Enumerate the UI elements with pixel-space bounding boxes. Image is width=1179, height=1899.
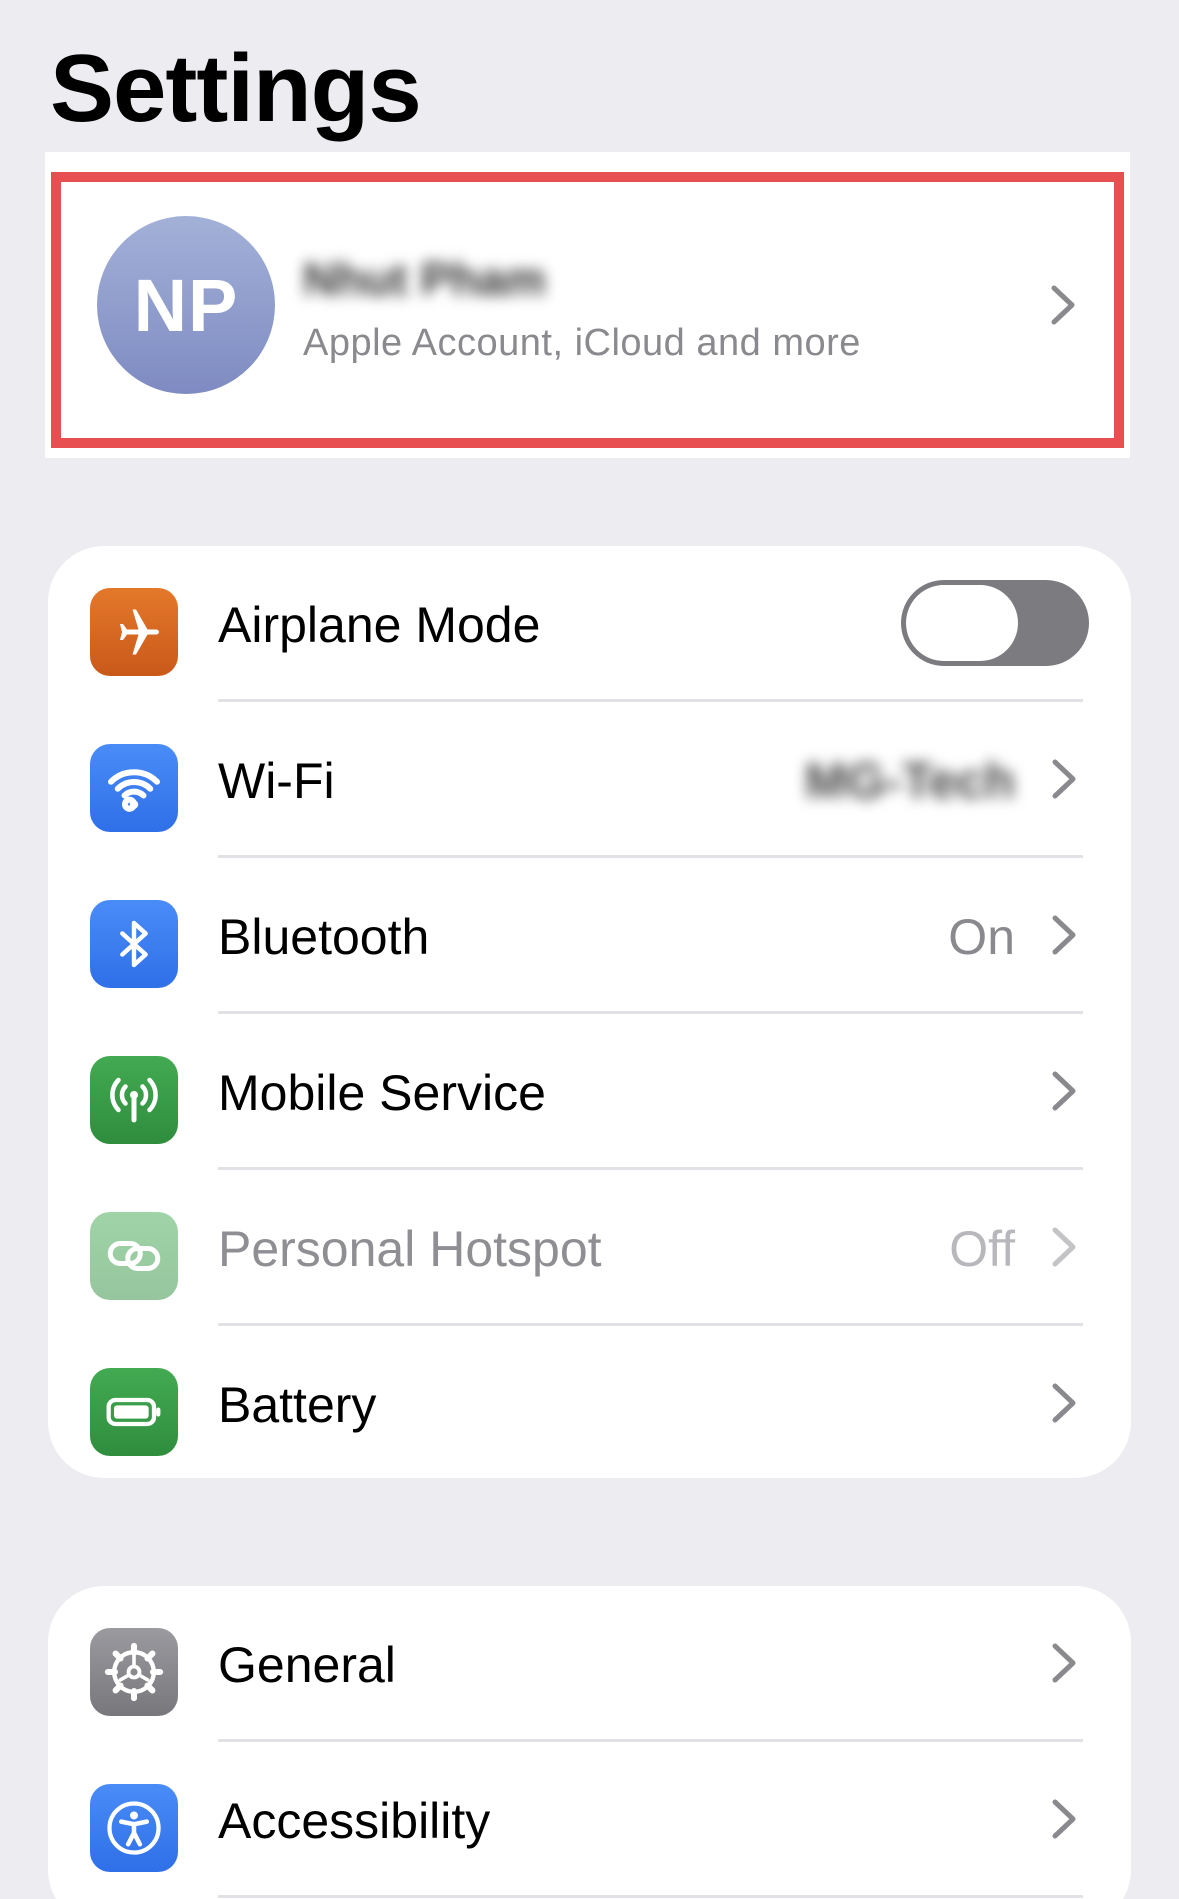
settings-row-accessibility[interactable]: Accessibility bbox=[48, 1742, 1131, 1898]
settings-row-battery[interactable]: Battery bbox=[48, 1326, 1131, 1478]
chevron-right-icon bbox=[1051, 1382, 1077, 1429]
wifi-icon bbox=[90, 744, 178, 832]
chevron-right-icon bbox=[1051, 1798, 1077, 1845]
row-label: Mobile Service bbox=[218, 1065, 546, 1121]
settings-row-airplane-mode[interactable]: Airplane Mode bbox=[48, 546, 1131, 702]
system-group: General Accessibility bbox=[48, 1586, 1131, 1899]
row-label: Accessibility bbox=[218, 1793, 491, 1849]
settings-row-mobile-service[interactable]: Mobile Service bbox=[48, 1014, 1131, 1170]
gear-icon bbox=[90, 1628, 178, 1716]
airplane-mode-toggle[interactable] bbox=[901, 580, 1089, 666]
bluetooth-status: On bbox=[948, 909, 1015, 965]
airplane-icon bbox=[90, 588, 178, 676]
chevron-right-icon bbox=[1051, 1226, 1077, 1273]
connectivity-group: Airplane Mode Wi-Fi MG-Tech Bluetooth On bbox=[48, 546, 1131, 1478]
divider bbox=[218, 1895, 1083, 1898]
highlight-box bbox=[51, 172, 1124, 448]
chevron-right-icon bbox=[1051, 914, 1077, 961]
row-label: Wi-Fi bbox=[218, 753, 335, 809]
page-title: Settings bbox=[50, 35, 422, 142]
hotspot-status: Off bbox=[949, 1221, 1015, 1277]
toggle-knob bbox=[906, 585, 1018, 661]
row-label: Personal Hotspot bbox=[218, 1221, 602, 1277]
settings-row-bluetooth[interactable]: Bluetooth On bbox=[48, 858, 1131, 1014]
antenna-icon bbox=[90, 1056, 178, 1144]
chevron-right-icon bbox=[1051, 758, 1077, 805]
accessibility-icon bbox=[90, 1784, 178, 1872]
chevron-right-icon bbox=[1051, 1070, 1077, 1117]
account-card-container: NP Nhut Pham Apple Account, iCloud and m… bbox=[45, 152, 1130, 458]
battery-icon bbox=[90, 1368, 178, 1456]
row-label: Bluetooth bbox=[218, 909, 430, 965]
chevron-right-icon bbox=[1051, 1642, 1077, 1689]
settings-screen: Settings NP Nhut Pham Apple Account, iCl… bbox=[0, 0, 1179, 1899]
settings-row-wifi[interactable]: Wi-Fi MG-Tech bbox=[48, 702, 1131, 858]
wifi-network-name: MG-Tech bbox=[804, 753, 1015, 809]
settings-row-general[interactable]: General bbox=[48, 1586, 1131, 1742]
bluetooth-icon bbox=[90, 900, 178, 988]
row-label: General bbox=[218, 1637, 396, 1693]
link-icon bbox=[90, 1212, 178, 1300]
settings-row-personal-hotspot[interactable]: Personal Hotspot Off bbox=[48, 1170, 1131, 1326]
row-label: Airplane Mode bbox=[218, 597, 541, 653]
row-label: Battery bbox=[218, 1377, 377, 1433]
